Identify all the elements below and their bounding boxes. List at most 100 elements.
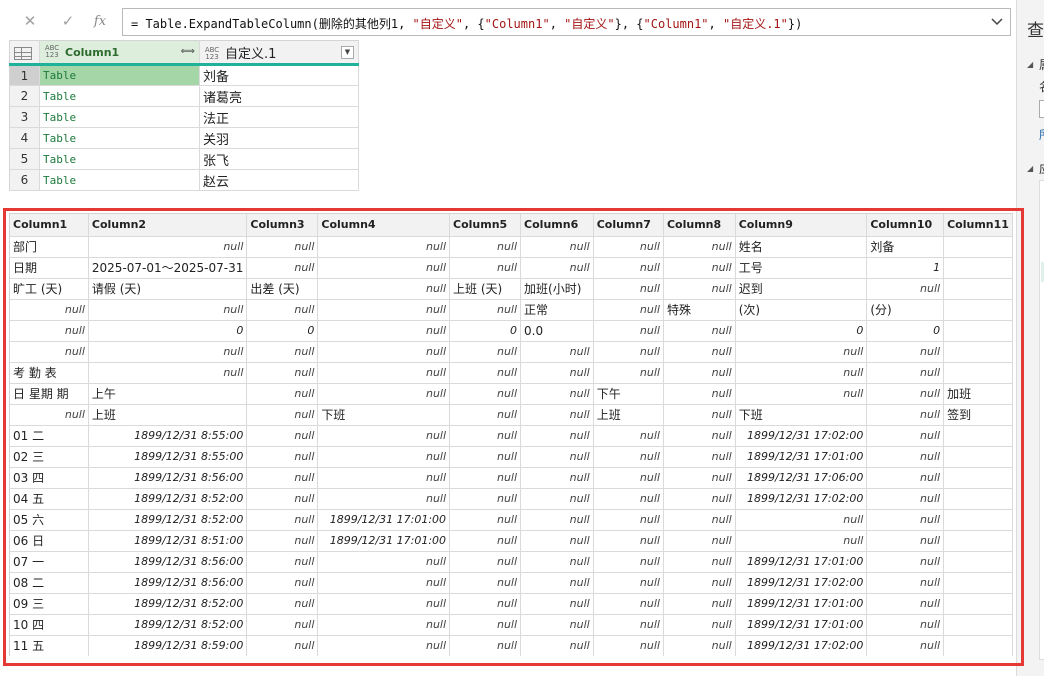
preview-cell: 1899/12/31 8:55:00	[88, 446, 248, 468]
preview-cell: 日 星期 期	[10, 383, 89, 405]
preview-cell	[943, 572, 1013, 594]
preview-cell: null	[593, 488, 664, 510]
column-header-custom1[interactable]: ABC 123 自定义.1 ▼	[199, 40, 359, 66]
table-link-cell[interactable]: Table	[39, 85, 200, 107]
table-link-cell[interactable]: Table	[39, 169, 200, 191]
preview-cell: null	[246, 425, 319, 447]
preview-cell: 06 日	[10, 530, 89, 552]
name-cell[interactable]: 刘备	[199, 64, 359, 86]
cancel-icon[interactable]: ✕	[18, 10, 42, 32]
table-row[interactable]: 3 Table 法正	[9, 106, 359, 128]
preview-cell: null	[449, 362, 522, 384]
preview-row: 01 二 1899/12/31 8:55:00 null null null null nu…	[10, 425, 1013, 447]
expand-formula-icon[interactable]	[987, 12, 1007, 32]
table-row[interactable]: 4 Table 关羽	[9, 127, 359, 149]
preview-cell: 特殊	[663, 299, 736, 321]
collapse-triangle-icon[interactable]: ◢	[1027, 60, 1033, 69]
preview-column-header: Column7	[593, 214, 664, 237]
name-input[interactable]	[1039, 100, 1044, 118]
preview-cell: 1899/12/31 8:56:00	[88, 572, 248, 594]
preview-cell: 0	[449, 320, 522, 342]
column-header-column1[interactable]: ABC 123 Column1 ⟺	[39, 40, 200, 66]
row-number[interactable]: 2	[9, 85, 40, 107]
preview-cell: 2025-07-01～2025-07-31	[88, 257, 248, 279]
preview-cell: null	[520, 635, 594, 656]
preview-row: 04 五 1899/12/31 8:52:00 null null null null nu…	[10, 488, 1013, 510]
preview-cell: 上班 (天)	[449, 278, 522, 300]
preview-cell: null	[663, 467, 736, 489]
preview-cell: null	[735, 530, 868, 552]
preview-cell: null	[246, 593, 319, 615]
expand-column-icon[interactable]: ⟺	[181, 46, 195, 57]
row-number[interactable]: 3	[9, 106, 40, 128]
row-number[interactable]: 6	[9, 169, 40, 191]
table-row[interactable]: 6 Table 赵云	[9, 169, 359, 191]
preview-cell: null	[866, 425, 945, 447]
all-properties-link[interactable]: 所	[1039, 126, 1044, 143]
table-link-cell[interactable]: Table	[39, 148, 200, 170]
preview-cell: null	[663, 236, 736, 258]
preview-cell: 07 一	[10, 551, 89, 573]
preview-cell: null	[520, 383, 594, 405]
preview-cell: null	[317, 362, 451, 384]
name-cell[interactable]: 赵云	[199, 169, 359, 191]
name-cell[interactable]: 诸葛亮	[199, 85, 359, 107]
table-row[interactable]: 2 Table 诸葛亮	[9, 85, 359, 107]
preview-cell: null	[449, 593, 522, 615]
preview-cell: null	[866, 404, 945, 426]
table-row[interactable]: 1 Table 刘备	[9, 64, 359, 86]
type-any-icon[interactable]: ABC 123	[43, 45, 61, 59]
preview-cell	[943, 320, 1013, 342]
preview-cell: 11 五	[10, 635, 89, 656]
preview-cell: null	[866, 446, 945, 468]
row-number[interactable]: 4	[9, 127, 40, 149]
name-cell[interactable]: 法正	[199, 106, 359, 128]
table-menu-button[interactable]	[9, 40, 40, 66]
table-link-cell[interactable]: Table	[39, 106, 200, 128]
preview-cell	[943, 530, 1013, 552]
preview-cell: null	[593, 299, 664, 321]
preview-cell	[943, 299, 1013, 321]
preview-cell: null	[317, 593, 451, 615]
preview-cell: null	[246, 236, 319, 258]
formula-punct: }, {	[614, 17, 644, 31]
preview-cell: null	[866, 551, 945, 573]
name-cell[interactable]: 张飞	[199, 148, 359, 170]
preview-cell: null	[246, 614, 319, 636]
preview-cell: null	[663, 530, 736, 552]
fx-icon[interactable]: fx	[88, 10, 112, 32]
preview-row: 旷工 (天) 请假 (天) 出差 (天) null 上班 (天) 加班(小时) null nu…	[10, 278, 1013, 300]
preview-cell: 1899/12/31 17:01:00	[735, 593, 868, 615]
preview-row: 11 五 1899/12/31 8:59:00 null null null null nu…	[10, 635, 1013, 656]
type-any-icon[interactable]: ABC 123	[203, 47, 221, 61]
preview-row: 08 二 1899/12/31 8:56:00 null null null null nu…	[10, 572, 1013, 594]
formula-input[interactable]: = Table.ExpandTableColumn(删除的其他列1, "自定义"…	[122, 8, 1011, 36]
preview-cell: 1899/12/31 17:02:00	[735, 425, 868, 447]
preview-cell: (分)	[866, 299, 945, 321]
name-cell[interactable]: 关羽	[199, 127, 359, 149]
preview-cell: 0.0	[520, 320, 594, 342]
preview-cell: null	[317, 635, 451, 656]
table-link-cell[interactable]: Table	[39, 127, 200, 149]
table-row[interactable]: 5 Table 张飞	[9, 148, 359, 170]
row-number[interactable]: 5	[9, 148, 40, 170]
preview-cell: null	[593, 614, 664, 636]
preview-cell: null	[866, 572, 945, 594]
preview-cell: null	[593, 446, 664, 468]
filter-dropdown-icon[interactable]: ▼	[341, 46, 354, 59]
table-link-cell[interactable]: Table	[39, 64, 200, 86]
formula-string: "Column1"	[643, 17, 709, 31]
preview-cell: null	[449, 614, 522, 636]
preview-cell: null	[10, 320, 89, 342]
preview-row: 部门 null null null null null null null 姓名 刘备	[10, 236, 1013, 258]
preview-cell: null	[663, 593, 736, 615]
commit-icon[interactable]: ✓	[56, 10, 80, 32]
preview-cell	[943, 425, 1013, 447]
row-number[interactable]: 1	[9, 64, 40, 86]
collapse-triangle-icon[interactable]: ◢	[1027, 164, 1033, 173]
preview-cell: null	[520, 341, 594, 363]
preview-cell: null	[663, 635, 736, 656]
preview-cell: 02 三	[10, 446, 89, 468]
preview-cell: null	[317, 572, 451, 594]
preview-row: 07 一 1899/12/31 8:56:00 null null null null nu…	[10, 551, 1013, 573]
